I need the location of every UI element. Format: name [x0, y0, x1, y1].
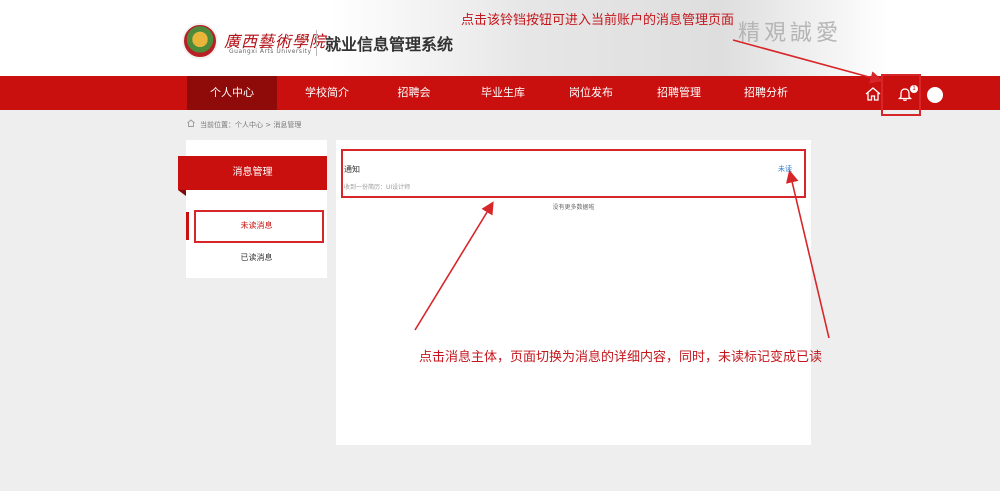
arrow-to-unread-status	[785, 169, 830, 339]
arrow-to-message	[414, 201, 494, 331]
arrow-to-bell	[732, 39, 884, 84]
annotation-arrows	[414, 39, 884, 339]
